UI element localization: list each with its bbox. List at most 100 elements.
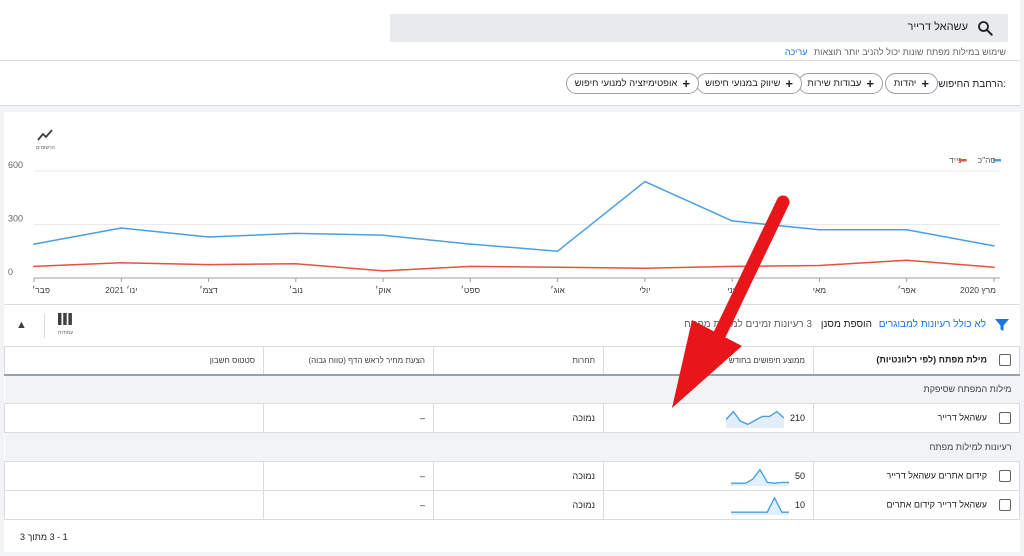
keyword-cell: עשהאל דרייר: [813, 403, 1020, 433]
x-tick-label: דצמ׳: [199, 285, 218, 295]
x-tick-label: פבר׳: [32, 285, 50, 295]
x-tick-label: מאי: [813, 285, 827, 295]
legend-swatch: [958, 159, 967, 162]
filter-icon[interactable]: [994, 317, 1010, 333]
columns-icon[interactable]: [58, 313, 72, 325]
data-point: [207, 263, 210, 266]
bid-cell: –: [263, 490, 434, 520]
data-point: [556, 266, 559, 269]
avg-searches-cell: 210: [603, 403, 814, 433]
data-point: [120, 262, 123, 264]
data-point: [731, 265, 733, 268]
y-tick-label: 300: [8, 213, 23, 223]
data-point: [993, 266, 995, 269]
x-tick-label: אוג׳: [550, 285, 565, 295]
line-chart: 0 300 600 מרץ 2020 אפר׳ מאי יוני יולי אוג׳ ספט׳ או…: [8, 155, 1001, 295]
avg-searches-value: 10: [794, 500, 805, 510]
data-point: [905, 229, 908, 231]
add-filter-button[interactable]: הוספת מסנן: [821, 319, 872, 330]
x-tick-label: ינו׳ 2021: [105, 285, 137, 295]
keyword-table: מילת מפתח (לפי רלוונטיות) ממוצע חיפושים …: [4, 346, 1020, 520]
search-panel: עשהאל דרייר שימוש במילות מפתח שונות יכול…: [0, 0, 1020, 106]
table-header-row: מילת מפתח (לפי רלוונטיות) ממוצע חיפושים …: [4, 346, 1020, 376]
plus-icon: +: [866, 76, 874, 91]
table-row[interactable]: קידום אתרים עשהאל דרייר 50 נמוכה –: [4, 461, 1020, 491]
data-point: [731, 220, 733, 222]
search-input[interactable]: עשהאל דרייר: [390, 14, 1008, 42]
x-tick-label: מרץ 2020: [960, 285, 996, 295]
row-checkbox[interactable]: [999, 412, 1011, 424]
x-tick-label: ספט׳: [461, 285, 481, 295]
chart-panel: הרשומים 0 300 600 מרץ 2020 אפר׳ מאי יוני יולי או…: [4, 112, 1020, 304]
avg-searches-cell: 50: [603, 461, 814, 491]
x-tick-label: יוני: [727, 285, 737, 295]
data-point: [295, 232, 297, 235]
table-row[interactable]: עשהאל דרייר קידום אתרים 10 נמוכה –: [4, 490, 1020, 520]
column-header-top-bid-high[interactable]: הצעת מחיר לראש הדף (טווח גבוה): [263, 346, 434, 376]
group-header-row: מילות המפתח שסיפקת: [4, 374, 1020, 404]
broaden-search-label: הרחבת החיפוש:: [938, 79, 1006, 90]
data-point: [469, 243, 472, 245]
broaden-chip[interactable]: + שיווק במנועי חיפוש: [696, 73, 802, 94]
competition-cell: נמוכה: [433, 461, 604, 491]
data-point: [382, 270, 384, 272]
broaden-chip[interactable]: + אופטימיזציה למנועי חיפוש: [565, 73, 699, 94]
data-point: [120, 227, 123, 229]
keyword-cell: קידום אתרים עשהאל דרייר: [813, 461, 1020, 491]
broaden-chip[interactable]: + עבודות שירות: [798, 73, 883, 94]
trend-sparkline: [730, 468, 789, 486]
data-point: [644, 180, 646, 183]
bid-cell: –: [263, 461, 434, 491]
data-point: [818, 229, 821, 231]
avg-searches-value: 210: [789, 413, 805, 423]
series-line: [33, 180, 995, 252]
data-point: [469, 265, 472, 268]
data-point: [207, 236, 210, 238]
group-title: מילות המפתח שסיפקת: [4, 374, 1020, 404]
account-status-cell: [4, 461, 264, 491]
edit-link[interactable]: עריכה: [785, 47, 808, 57]
row-checkbox[interactable]: [999, 470, 1011, 482]
legend-swatch: [993, 159, 1001, 162]
row-checkbox[interactable]: [999, 499, 1011, 511]
search-query[interactable]: עשהאל דרייר: [907, 21, 968, 33]
broaden-chip[interactable]: + יהדות: [884, 73, 938, 94]
x-tick-label: יולי: [639, 285, 650, 295]
data-point: [382, 234, 384, 236]
group-header-row: רעיונות למילות מפתח: [4, 432, 1020, 462]
data-point: [644, 267, 646, 269]
competition-cell: נמוכה: [433, 490, 604, 520]
search-icon[interactable]: [976, 19, 994, 37]
y-tick-label: 0: [8, 267, 13, 277]
select-all-checkbox[interactable]: [999, 354, 1011, 367]
column-header-account-status[interactable]: סטטוס חשבון: [4, 346, 264, 376]
x-tick-label: נוב׳: [289, 285, 303, 295]
data-point: [556, 250, 559, 253]
data-point: [993, 245, 995, 247]
divider: [44, 314, 45, 338]
data-point: [818, 264, 821, 267]
x-tick-label: אפר׳: [898, 285, 917, 295]
bid-cell: –: [263, 403, 434, 433]
data-point: [905, 259, 908, 261]
data-point: [295, 262, 297, 265]
search-hint-text: שימוש במילות מפתח שונות יכול להניב יותר …: [813, 47, 1006, 57]
account-status-cell: [4, 490, 264, 520]
data-point: [33, 243, 35, 245]
divider: [0, 60, 1020, 61]
data-point: [33, 265, 35, 268]
column-header-competition[interactable]: תחרות: [433, 346, 604, 376]
table-toolbar: לא כולל רעיונות למבוגרים הוספת מסנן 3 רע…: [4, 305, 1020, 347]
column-header-keyword[interactable]: מילת מפתח (לפי רלוונטיות): [813, 346, 1020, 376]
adult-filter-link[interactable]: לא כולל רעיונות למבוגרים: [879, 319, 986, 330]
column-header-avg-searches[interactable]: ממוצע חיפושים בחודש: [603, 346, 814, 376]
x-tick-label: אוק׳: [375, 285, 391, 295]
account-status-cell: [4, 403, 264, 433]
trend-sparkline: [725, 410, 784, 428]
columns-label: עמודות: [58, 330, 74, 336]
trend-sparkline: [730, 496, 789, 515]
y-tick-label: 600: [8, 160, 23, 170]
table-row[interactable]: עשהאל דרייר 210 נמוכה –: [4, 403, 1020, 433]
chevron-up-icon[interactable]: ▲: [16, 319, 27, 331]
series-line: [33, 259, 995, 272]
